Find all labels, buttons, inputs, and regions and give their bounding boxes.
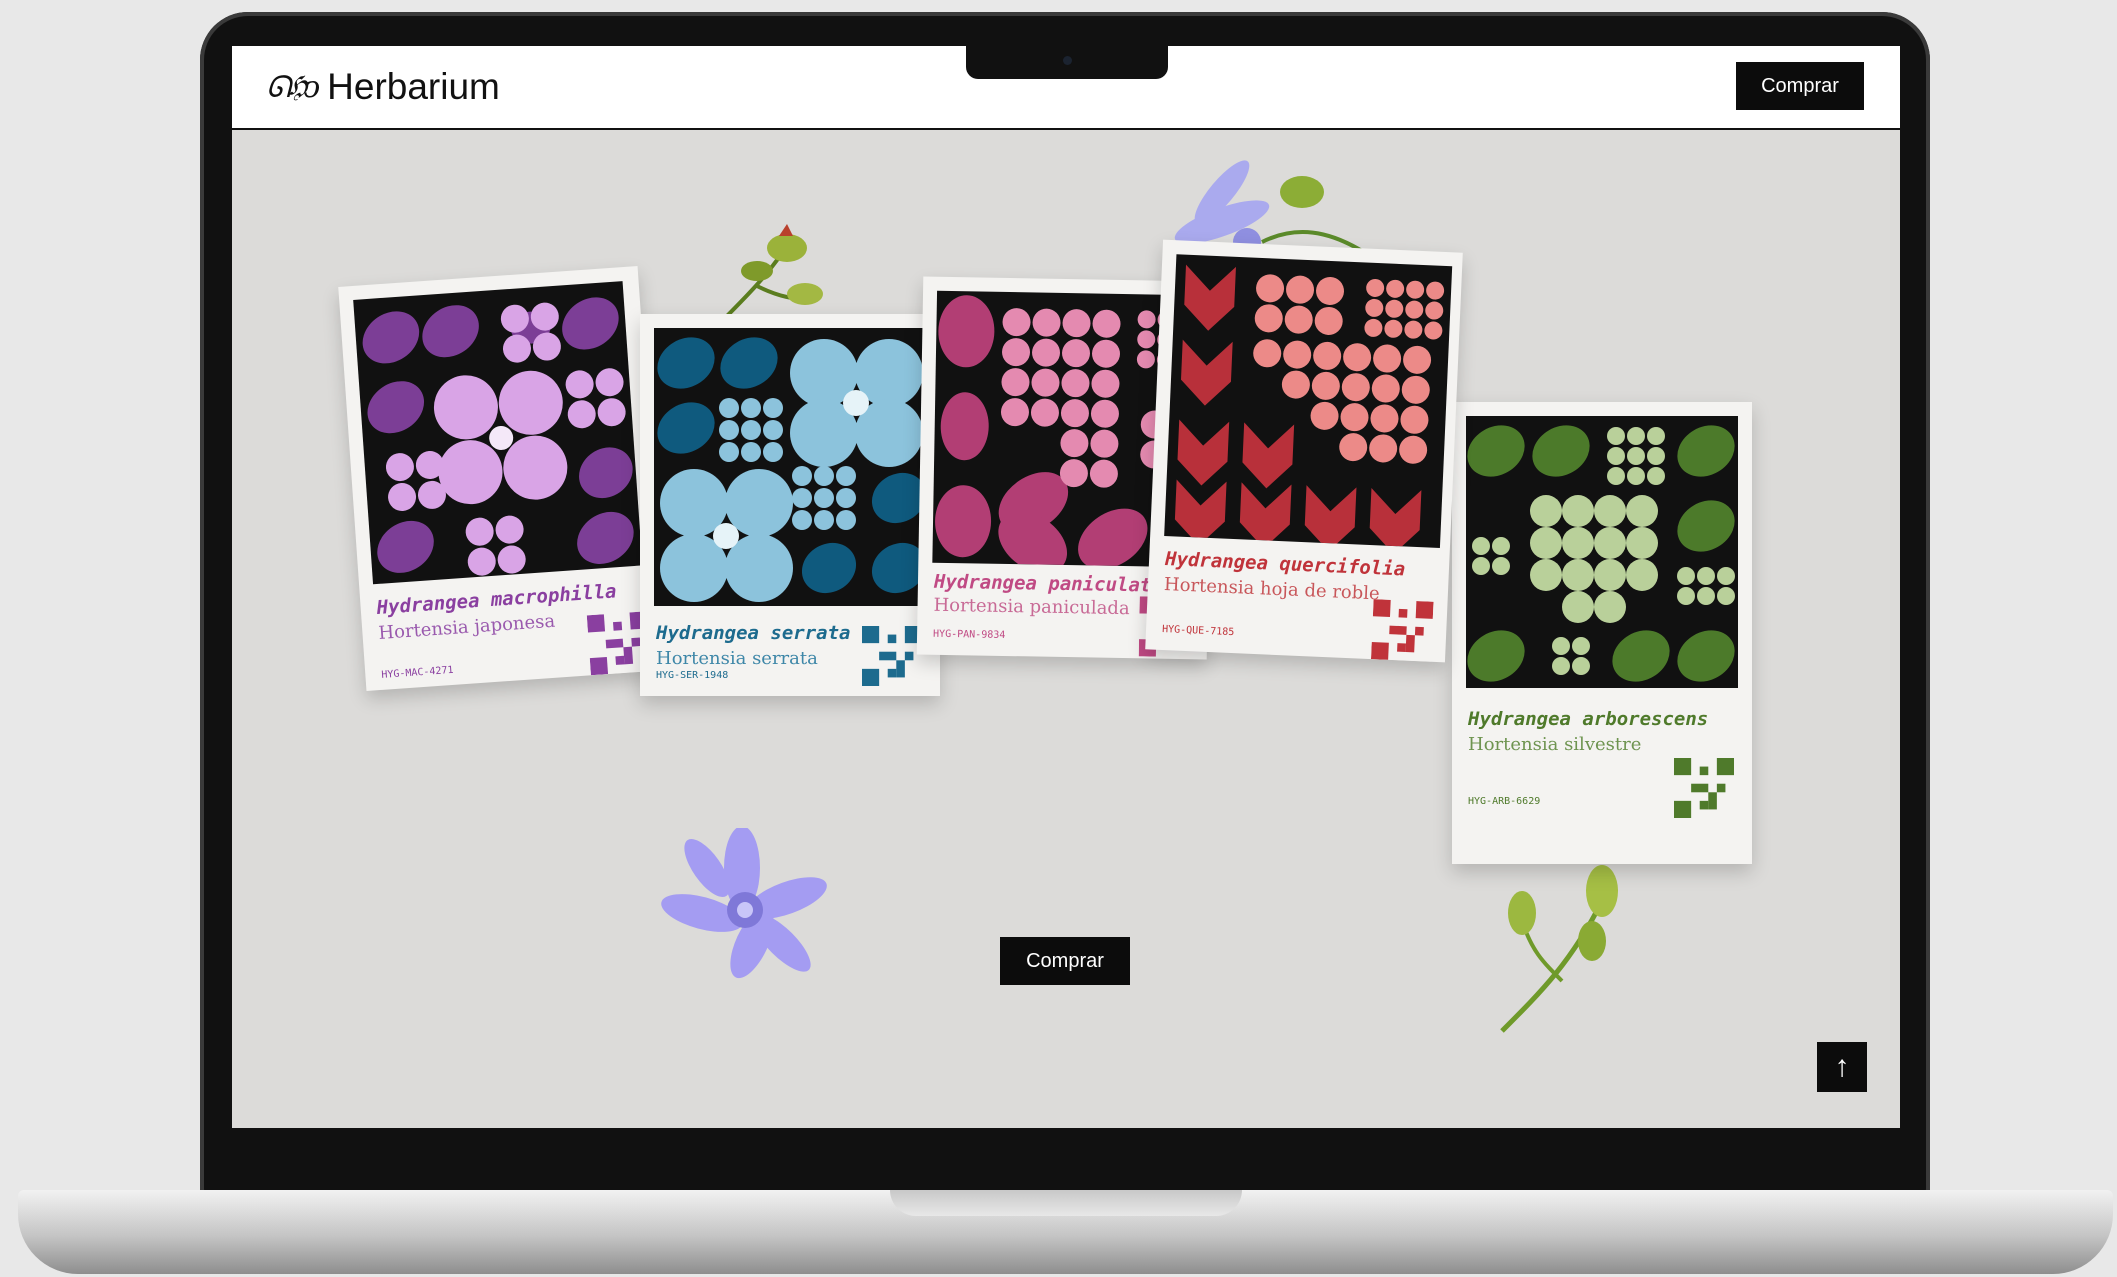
product-card[interactable]: Hydrangea quercifolia Hortensia hoja de … — [1145, 239, 1463, 663]
card-title: Hydrangea macrophilla — [375, 580, 618, 620]
card-title: Hydrangea paniculata — [933, 570, 1163, 597]
camera-icon — [1063, 56, 1072, 65]
logo[interactable]: ᘏℌↄ Herbarium — [266, 66, 500, 108]
card-code: HYG-PAN-9834 — [932, 628, 1006, 641]
card-subtitle: Hortensia silvestre — [1468, 734, 1642, 755]
buy-button-hero[interactable]: Comprar — [1000, 937, 1130, 985]
card-subtitle: Hortensia hoja de roble — [1163, 574, 1381, 605]
qr-code-icon — [1370, 599, 1434, 662]
card-code: HYG-MAC-4271 — [381, 664, 454, 681]
card-code: HYG-ARB-6629 — [1468, 796, 1541, 807]
card-artwork — [654, 328, 930, 606]
card-subtitle: Hortensia serrata — [656, 648, 818, 669]
laptop-opening-notch — [890, 1190, 1242, 1216]
card-subtitle: Hortensia paniculada — [933, 594, 1130, 620]
product-card[interactable]: Hydrangea arborescens Hortensia silvestr… — [1452, 402, 1752, 864]
card-code: HYG-SER-1948 — [656, 670, 729, 681]
camera-notch — [966, 46, 1168, 79]
card-code: HYG-QUE-7185 — [1161, 623, 1235, 639]
buy-button-header[interactable]: Comprar — [1736, 62, 1864, 110]
card-artwork — [1466, 416, 1738, 688]
card-artwork — [1164, 254, 1453, 549]
logo-mark: ᘏℌↄ — [266, 69, 320, 105]
browser-viewport: ᘏℌↄ Herbarium Comprar Hydrangea macrophi… — [232, 46, 1900, 1128]
flower-bud-icon — [1500, 849, 1618, 1033]
card-artwork — [353, 281, 643, 585]
chicory-flower-icon — [661, 828, 827, 979]
product-card[interactable]: Hydrangea macrophilla Hortensia japonesa… — [338, 266, 666, 691]
scroll-to-top-button[interactable]: ↑ — [1817, 1042, 1867, 1092]
product-card[interactable]: Hydrangea serrata Hortensia serrata HYG-… — [640, 314, 940, 696]
card-title: Hydrangea arborescens — [1468, 708, 1709, 730]
qr-code-icon — [862, 626, 922, 686]
logo-text: Herbarium — [327, 66, 500, 107]
card-title: Hydrangea serrata — [656, 622, 851, 644]
qr-code-icon — [1674, 758, 1734, 818]
